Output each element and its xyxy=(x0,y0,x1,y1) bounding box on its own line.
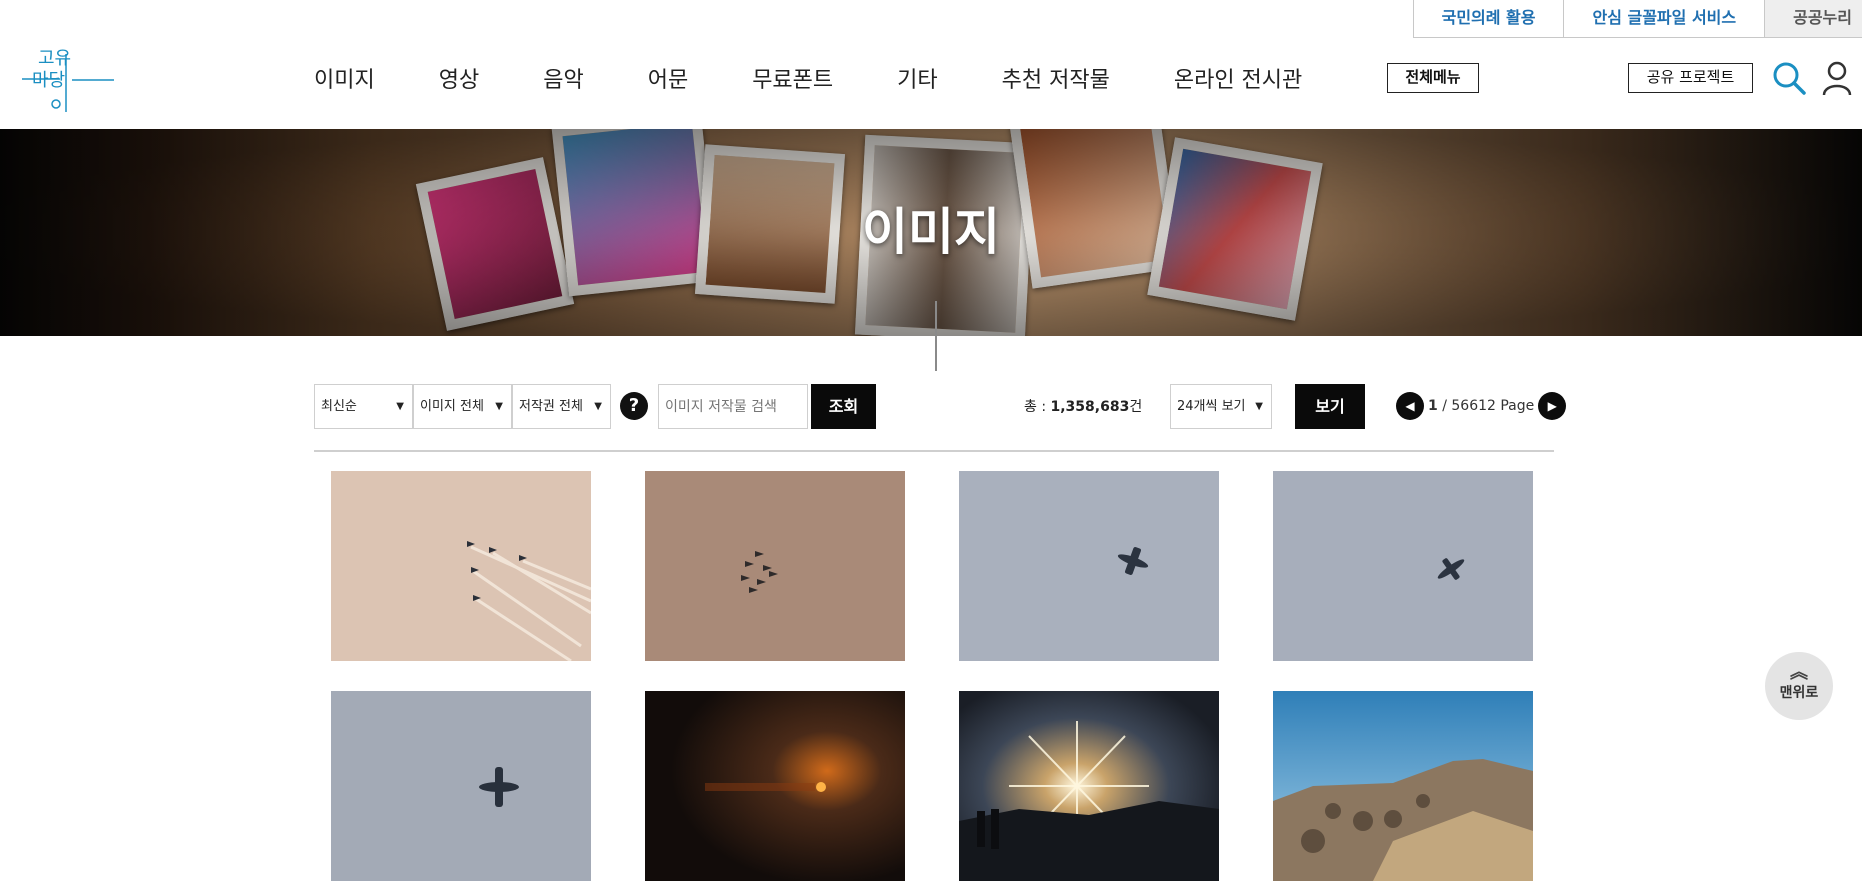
gallery-image xyxy=(1273,691,1533,881)
nav-item-recommended[interactable]: 추천 저작물 xyxy=(1002,62,1110,94)
nav-item-free-font[interactable]: 무료폰트 xyxy=(752,62,833,94)
gallery-item[interactable] xyxy=(1273,471,1533,661)
gallery-image xyxy=(959,471,1219,661)
current-page: 1 xyxy=(1428,398,1438,414)
gallery-image xyxy=(1273,471,1533,661)
scroll-top-button[interactable]: ︽ 맨위로 xyxy=(1765,652,1833,720)
search-input[interactable] xyxy=(658,384,808,429)
sort-select[interactable]: 최신순 ▼ xyxy=(314,384,413,429)
all-menu-button[interactable]: 전체메뉴 xyxy=(1387,63,1479,93)
total-prefix: 총 : xyxy=(1024,399,1051,415)
chevron-down-icon: ▼ xyxy=(396,401,404,412)
rights-select[interactable]: 저작권 전체 ▼ xyxy=(512,384,611,429)
utility-link-ceremony[interactable]: 국민의례 활용 xyxy=(1412,0,1564,38)
gallery-image xyxy=(645,471,905,661)
chevron-down-icon: ▼ xyxy=(1255,401,1263,412)
nav-item-online-exhibition[interactable]: 온라인 전시관 xyxy=(1174,62,1302,94)
double-chevron-up-icon: ︽ xyxy=(1790,662,1808,683)
svg-text:마당: 마당 xyxy=(32,70,65,91)
nav-item-etc[interactable]: 기타 xyxy=(897,62,937,94)
search-icon[interactable] xyxy=(1772,61,1806,95)
per-page-select-value: 24개씩 보기 xyxy=(1177,399,1246,414)
banner-divider-line xyxy=(935,301,937,371)
next-page-icon[interactable]: ▶ xyxy=(1538,392,1567,420)
page-title: 이미지 xyxy=(862,203,1000,261)
gallery-image xyxy=(645,691,905,881)
type-select-value: 이미지 전체 xyxy=(420,399,484,414)
pagination: ◀ 1 / 56612 Page ▶ xyxy=(1396,392,1567,420)
gallery-item[interactable] xyxy=(1273,691,1533,881)
pagination-text: 1 / 56612 Page xyxy=(1428,398,1534,414)
nav-item-text[interactable]: 어문 xyxy=(648,62,688,94)
site-logo[interactable]: 고유 마당 xyxy=(20,44,115,114)
toolbar-divider xyxy=(314,450,1554,452)
gallery-item[interactable] xyxy=(645,691,905,881)
gallery-item[interactable] xyxy=(331,691,591,881)
page-separator: / xyxy=(1437,398,1452,414)
gallery-image xyxy=(331,471,591,661)
total-number: 1,358,683 xyxy=(1050,399,1130,415)
page-banner: 이미지 xyxy=(0,129,1862,336)
per-page-select[interactable]: 24개씩 보기 ▼ xyxy=(1170,384,1272,429)
utility-link-kogl[interactable]: 공공누리 xyxy=(1764,0,1862,38)
prev-page-icon[interactable]: ◀ xyxy=(1396,392,1424,420)
gallery-item[interactable] xyxy=(331,471,591,661)
nav-item-music[interactable]: 음악 xyxy=(543,62,583,94)
search-button[interactable]: 조회 xyxy=(811,384,876,429)
gallery-image xyxy=(331,691,591,881)
nav-item-image[interactable]: 이미지 xyxy=(314,62,375,94)
view-button[interactable]: 보기 xyxy=(1295,384,1365,429)
help-icon[interactable]: ? xyxy=(620,392,648,420)
gallery-item[interactable] xyxy=(959,471,1219,661)
user-icon[interactable] xyxy=(1822,61,1852,95)
gallery-item[interactable] xyxy=(959,691,1219,881)
total-suffix: 건 xyxy=(1129,399,1143,415)
page: 국민의례 활용 안심 글꼴파일 서비스 공공누리 고유 마당 이미지 영상 음악… xyxy=(0,0,1862,888)
total-pages: 56612 xyxy=(1451,398,1496,414)
chevron-down-icon: ▼ xyxy=(594,401,602,412)
nav-item-video[interactable]: 영상 xyxy=(439,62,479,94)
gallery-image xyxy=(959,691,1219,881)
type-select[interactable]: 이미지 전체 ▼ xyxy=(413,384,512,429)
gallery-item[interactable] xyxy=(645,471,905,661)
main-nav: 이미지 영상 음악 어문 무료폰트 기타 추천 저작물 온라인 전시관 xyxy=(314,62,1366,94)
share-project-button[interactable]: 공유 프로젝트 xyxy=(1628,63,1753,93)
scroll-top-label: 맨위로 xyxy=(1779,685,1819,701)
utility-links: 국민의례 활용 안심 글꼴파일 서비스 공공누리 xyxy=(1412,0,1862,38)
rights-select-value: 저작권 전체 xyxy=(519,399,583,414)
utility-link-font-service[interactable]: 안심 글꼴파일 서비스 xyxy=(1563,0,1765,38)
page-suffix: Page xyxy=(1495,398,1535,414)
chevron-down-icon: ▼ xyxy=(495,401,503,412)
total-count: 총 : 1,358,683건 xyxy=(1024,396,1142,416)
sort-select-value: 최신순 xyxy=(321,399,357,414)
